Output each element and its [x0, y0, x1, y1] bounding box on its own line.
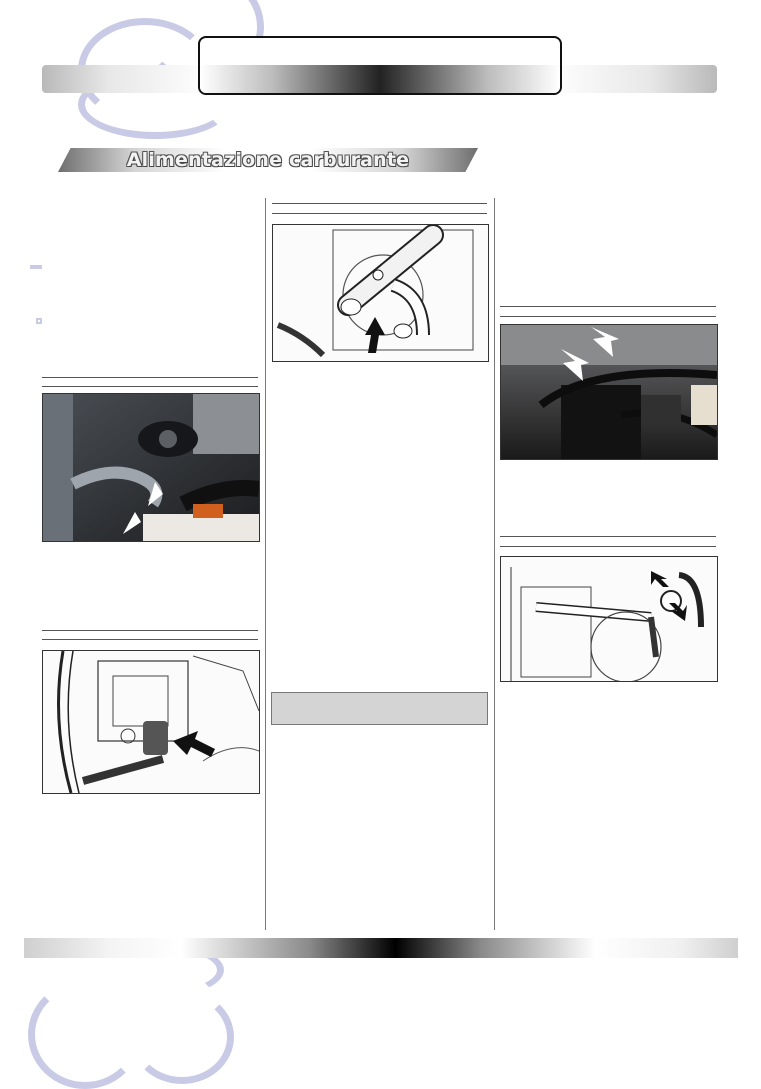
watermark-arc-bottom-2	[130, 990, 234, 1084]
figure-drawing-filter-lines	[500, 556, 718, 682]
caption-rule	[500, 546, 716, 547]
caption-rule	[272, 203, 487, 204]
caption-rule	[42, 377, 258, 378]
watermark-tick-2	[36, 318, 42, 324]
caption-rule	[42, 639, 258, 640]
arrow-black-icon	[173, 731, 215, 757]
caption-rule	[500, 536, 716, 537]
caption-rule	[42, 386, 258, 387]
double-arrow-black-icon	[651, 571, 669, 587]
caption-rule	[272, 213, 487, 214]
header-title-box	[198, 36, 562, 95]
caption-rule	[500, 316, 716, 317]
section-ribbon: Alimentazione carburante	[58, 148, 478, 172]
caption-rule	[42, 630, 258, 631]
figure-drawing-fuel-rail	[272, 224, 489, 362]
caption-rule	[500, 306, 716, 307]
figure-drawing-connector	[42, 650, 260, 794]
column-divider-left	[265, 198, 266, 930]
footer-bar	[24, 938, 738, 958]
column-divider-right	[494, 198, 495, 930]
arrow-black-icon	[365, 317, 385, 353]
figure-photo-fuel-filter	[500, 324, 718, 460]
figure-photo-fuel-hose	[42, 393, 260, 542]
section-title: Alimentazione carburante	[126, 149, 410, 171]
watermark-tick-1	[30, 265, 42, 269]
note-box	[271, 692, 488, 725]
